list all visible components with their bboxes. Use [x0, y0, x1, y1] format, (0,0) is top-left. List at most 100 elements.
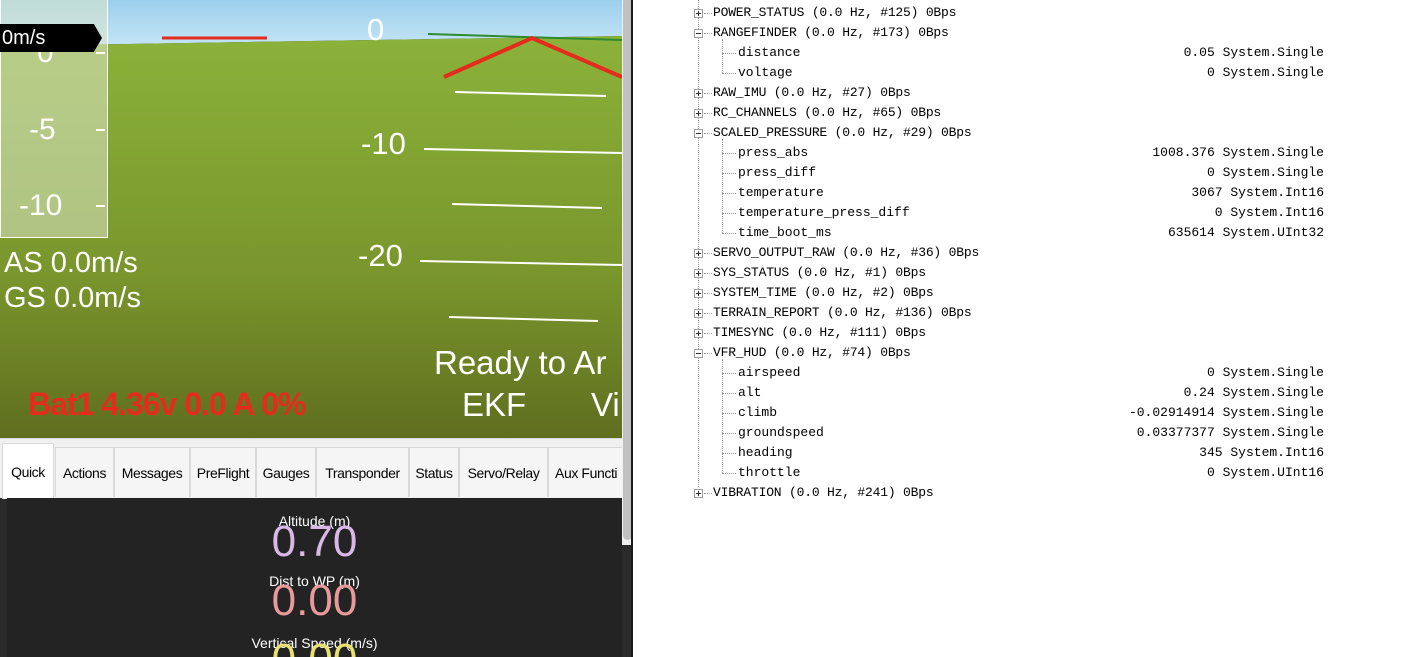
tree-node-field[interactable]: temperature 3067 System.Int16 [634, 183, 1401, 203]
tree-node-field[interactable]: throttle 0 System.UInt16 [634, 463, 1401, 483]
vibe-indicator[interactable]: Vi [591, 388, 620, 421]
tree-node-label[interactable]: VFR_HUD (0.0 Hz, #74) 0Bps [713, 343, 911, 363]
tree-node-field[interactable]: heading 345 System.Int16 [634, 443, 1401, 463]
tree-node-message[interactable]: SYSTEM_TIME (0.0 Hz, #2) 0Bps [634, 283, 1401, 303]
tree-node-label[interactable]: POWER_STATUS (0.0 Hz, #125) 0Bps [713, 3, 956, 23]
speed-tape-tick [96, 129, 105, 131]
expand-icon[interactable] [694, 109, 703, 118]
tab-status[interactable]: Status [409, 447, 459, 497]
tree-node-label[interactable]: VIBRATION (0.0 Hz, #241) 0Bps [713, 483, 934, 503]
field-name: climb [738, 405, 778, 420]
tree-connector [722, 473, 736, 474]
collapse-icon[interactable] [694, 129, 703, 138]
tree-node-label[interactable]: RC_CHANNELS (0.0 Hz, #65) 0Bps [713, 103, 941, 123]
tree-node-label[interactable]: TERRAIN_REPORT (0.0 Hz, #136) 0Bps [713, 303, 972, 323]
tree-node-message[interactable]: RANGEFINDER (0.0 Hz, #173) 0Bps [634, 23, 1401, 43]
tree-node-field[interactable]: climb -0.02914914 System.Single [634, 403, 1401, 423]
collapse-icon[interactable] [694, 349, 703, 358]
tree-connector [722, 453, 736, 454]
tree-node-message[interactable]: POWER_STATUS (0.0 Hz, #125) 0Bps [634, 3, 1401, 23]
tab-servo-relay[interactable]: Servo/Relay [459, 447, 548, 497]
quick-altitude-value[interactable]: 0.70 [7, 520, 622, 564]
tree-connector [722, 139, 723, 233]
tab-aux-function[interactable]: Aux Functi [548, 447, 628, 497]
mavlink-inspector-tree: POWER_STATUS (0.0 Hz, #125) 0Bps RANGEFIN… [634, 0, 1401, 657]
expand-icon[interactable] [694, 249, 703, 258]
tree-node-field[interactable]: time_boot_ms 635614 System.UInt32 [634, 223, 1401, 243]
expand-icon[interactable] [694, 489, 703, 498]
tree-node-label[interactable]: SYSTEM_TIME (0.0 Hz, #2) 0Bps [713, 283, 934, 303]
field-name: press_diff [738, 165, 817, 180]
tab-actions[interactable]: Actions [55, 447, 114, 497]
tree-node-message[interactable]: VIBRATION (0.0 Hz, #241) 0Bps [634, 483, 1401, 503]
field-value: 345 System.Int16 [1199, 445, 1324, 460]
pitch-label: -10 [361, 126, 406, 161]
tree-node-field[interactable]: alt 0.24 System.Single [634, 383, 1401, 403]
panel-divider[interactable] [631, 0, 633, 657]
expand-icon[interactable] [694, 269, 703, 278]
tab-strip: Quick Actions Messages PreFlight Gauges … [0, 438, 628, 499]
tree-node-message[interactable]: RC_CHANNELS (0.0 Hz, #65) 0Bps [634, 103, 1401, 123]
tree-node-message[interactable]: RAW_IMU (0.0 Hz, #27) 0Bps [634, 83, 1401, 103]
expand-icon[interactable] [694, 309, 703, 318]
field-name: press_abs [738, 145, 809, 160]
tree-node-label[interactable]: RAW_IMU (0.0 Hz, #27) 0Bps [713, 83, 911, 103]
tree-connector [722, 433, 736, 434]
tree-node-field[interactable]: temperature_press_diff 0 System.Int16 [634, 203, 1401, 223]
tree-node-field[interactable]: press_abs 1008.376 System.Single [634, 143, 1401, 163]
tree-connector [722, 413, 736, 414]
expand-icon[interactable] [694, 289, 703, 298]
expand-icon[interactable] [694, 329, 703, 338]
tree-node-label[interactable]: SERVO_OUTPUT_RAW (0.0 Hz, #36) 0Bps [713, 243, 979, 263]
tree-node-field[interactable]: press_diff 0 System.Single [634, 163, 1401, 183]
field-value: 635614 System.UInt32 [1167, 225, 1324, 240]
collapse-icon[interactable] [694, 29, 703, 38]
speed-readout-value: 0m/s [2, 27, 46, 49]
tree-connector [704, 13, 712, 14]
expand-icon[interactable] [694, 9, 703, 18]
tree-connector [704, 33, 712, 34]
tree-node-message[interactable]: TIMESYNC (0.0 Hz, #111) 0Bps [634, 323, 1401, 343]
tree-node-message[interactable]: VFR_HUD (0.0 Hz, #74) 0Bps [634, 343, 1401, 363]
field-value: 1008.376 System.Single [1152, 145, 1324, 160]
field-value: 0.24 System.Single [1183, 385, 1324, 400]
tree-connector [722, 39, 723, 73]
tree-connector [704, 113, 712, 114]
speed-tape-label: -10 [19, 189, 63, 222]
field-value: 3067 System.Int16 [1191, 185, 1324, 200]
pitch-label: 0 [367, 12, 385, 47]
tree-node-message[interactable]: SCALED_PRESSURE (0.0 Hz, #29) 0Bps [634, 123, 1401, 143]
tree-connector [722, 153, 736, 154]
tree-node-label[interactable]: SYS_STATUS (0.0 Hz, #1) 0Bps [713, 263, 926, 283]
tree-node-label[interactable]: RANGEFINDER (0.0 Hz, #173) 0Bps [713, 23, 949, 43]
hud-display[interactable]: 0 -5 -10 0m/s 0 -10 -20 AS 0.0m/s GS 0.0… [0, 0, 622, 438]
quick-dist-value[interactable]: 0.00 [7, 579, 622, 623]
tree-node-message[interactable]: SYS_STATUS (0.0 Hz, #1) 0Bps [634, 263, 1401, 283]
field-name: heading [738, 445, 793, 460]
tab-preflight[interactable]: PreFlight [190, 447, 256, 497]
tree-node-field[interactable]: voltage 0 System.Single [634, 63, 1401, 83]
tree-node-label[interactable]: TIMESYNC (0.0 Hz, #111) 0Bps [713, 323, 926, 343]
tree-node-field[interactable]: distance 0.05 System.Single [634, 43, 1401, 63]
tree-node-message[interactable]: TERRAIN_REPORT (0.0 Hz, #136) 0Bps [634, 303, 1401, 323]
field-name: alt [738, 385, 762, 400]
ekf-indicator[interactable]: EKF [462, 388, 526, 421]
field-value: 0 System.Single [1206, 165, 1324, 180]
field-name: airspeed [738, 365, 801, 380]
field-name: distance [738, 45, 801, 60]
flight-data-panel: 0 -5 -10 0m/s 0 -10 -20 AS 0.0m/s GS 0.0… [0, 0, 633, 657]
tree-node-message[interactable]: SERVO_OUTPUT_RAW (0.0 Hz, #36) 0Bps [634, 243, 1401, 263]
field-value: -0.02914914 System.Single [1128, 405, 1324, 420]
tree-node-field[interactable]: airspeed 0 System.Single [634, 363, 1401, 383]
tree-node-field[interactable]: groundspeed 0.03377377 System.Single [634, 423, 1401, 443]
tree-node-label[interactable]: SCALED_PRESSURE (0.0 Hz, #29) 0Bps [713, 123, 972, 143]
tab-gauges[interactable]: Gauges [256, 447, 316, 497]
expand-icon[interactable] [694, 89, 703, 98]
speed-tape-label: -5 [29, 113, 56, 146]
field-value: 0 System.Int16 [1214, 205, 1324, 220]
tab-messages[interactable]: Messages [114, 447, 190, 497]
tab-transponder[interactable]: Transponder [316, 447, 409, 497]
tab-quick[interactable]: Quick [2, 443, 54, 499]
quick-vspeed-value[interactable]: 0.00 [7, 638, 622, 657]
tree-connector [722, 173, 736, 174]
